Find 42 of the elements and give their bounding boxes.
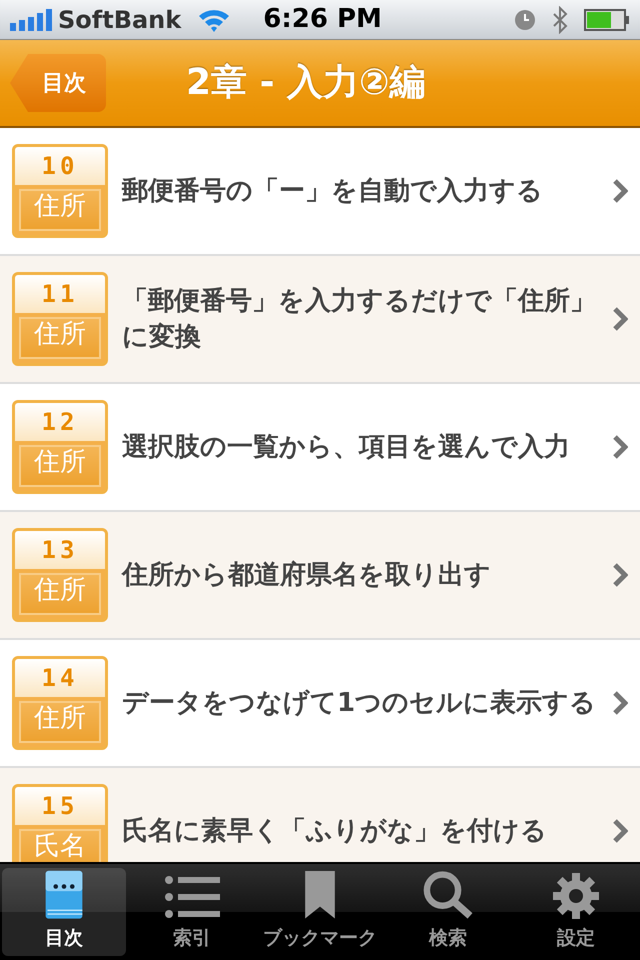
item-number: 14 bbox=[15, 659, 105, 697]
chevron-icon bbox=[612, 690, 628, 716]
chevron-icon bbox=[612, 306, 628, 332]
item-number: 12 bbox=[15, 403, 105, 441]
tab-item[interactable]: 設定 bbox=[514, 868, 638, 956]
chevron-icon bbox=[612, 562, 628, 588]
item-number: 10 bbox=[15, 147, 105, 185]
list-icon bbox=[164, 874, 220, 920]
list-row[interactable]: 13 住所 住所から都道府県名を取り出す bbox=[0, 512, 640, 640]
row-title: データをつなげて1つのセルに表示する bbox=[122, 687, 598, 720]
row-title: 住所から都道府県名を取り出す bbox=[122, 559, 492, 592]
tab-item[interactable]: 索引 bbox=[130, 868, 254, 956]
item-number: 11 bbox=[15, 275, 105, 313]
row-title: 郵便番号の「ー」を自動で入力する bbox=[122, 175, 544, 208]
tab-item[interactable]: 検索 bbox=[386, 868, 510, 956]
clock-icon bbox=[514, 8, 536, 30]
bookmark-icon bbox=[304, 870, 336, 920]
tab-item[interactable]: ブックマーク bbox=[258, 868, 382, 956]
item-number: 13 bbox=[15, 531, 105, 569]
item-number: 15 bbox=[15, 787, 105, 825]
row-title: 氏名に素早く「ふりがな」を付ける bbox=[122, 815, 548, 848]
category-label: 氏名 bbox=[19, 829, 101, 862]
signal-icon bbox=[10, 8, 54, 30]
chevron-icon bbox=[612, 434, 628, 460]
battery-icon bbox=[584, 8, 630, 30]
chevron-icon bbox=[612, 818, 628, 844]
list-row[interactable]: 11 住所 「郵便番号」を入力するだけで「住所」に変換 bbox=[0, 256, 640, 384]
tab-item[interactable]: 目次 bbox=[2, 868, 126, 956]
row-title: 「郵便番号」を入力するだけで「住所」に変換 bbox=[122, 285, 597, 354]
category-label: 住所 bbox=[19, 189, 101, 231]
category-label: 住所 bbox=[19, 317, 101, 359]
screen-title: 2章 - 入力②編 bbox=[186, 61, 426, 105]
status-time: 6:26 PM bbox=[262, 3, 383, 36]
category-label: 住所 bbox=[19, 445, 101, 487]
chevron-icon bbox=[612, 178, 628, 204]
bluetooth-icon bbox=[552, 6, 568, 34]
list-row[interactable]: 15 氏名 氏名に素早く「ふりがな」を付ける bbox=[0, 768, 640, 862]
carrier-name: SoftBank bbox=[58, 4, 182, 36]
row-title: 選択肢の一覧から、項目を選んで入力 bbox=[122, 431, 571, 464]
category-label: 住所 bbox=[19, 701, 101, 743]
category-label: 住所 bbox=[19, 573, 101, 615]
settings-icon bbox=[552, 872, 600, 920]
